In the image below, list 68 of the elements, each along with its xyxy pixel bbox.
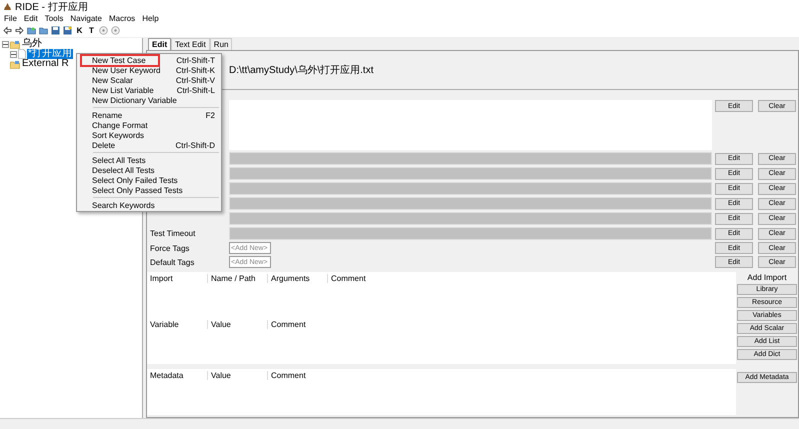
column-header: Comment — [267, 370, 327, 380]
setting-field[interactable] — [229, 182, 712, 195]
column-header: Comment — [267, 320, 327, 328]
column-header: Name / Path — [207, 274, 267, 282]
column-header: Comment — [327, 274, 387, 282]
menu-item[interactable]: File — [4, 14, 17, 23]
setting-field[interactable] — [229, 197, 712, 210]
shortcut: Ctrl-Shift-K — [176, 66, 215, 74]
collapse-toggle[interactable] — [10, 50, 17, 58]
shortcut: Ctrl-Shift-V — [176, 76, 215, 84]
setting-label: Default Tags — [150, 258, 194, 266]
app-icon — [3, 2, 12, 11]
column-header: Metadata — [149, 370, 184, 380]
menu-item[interactable]: Navigate — [70, 14, 102, 23]
setting-label: Force Tags — [150, 244, 190, 252]
toolbar-button[interactable]: T — [87, 26, 96, 35]
menu-item[interactable]: Help — [142, 14, 159, 23]
folder-icon[interactable] — [39, 26, 48, 35]
forward-arrow-icon[interactable] — [15, 26, 24, 35]
folder-icon — [10, 40, 20, 48]
column-header: Import — [149, 274, 174, 282]
circle-icon[interactable] — [111, 26, 120, 35]
tab[interactable]: Edit — [148, 38, 172, 50]
save-icon[interactable] — [51, 26, 60, 35]
folder-icon[interactable] — [27, 26, 36, 35]
menu-item[interactable]: Edit — [24, 14, 38, 23]
context-menu-item[interactable]: Rename — [92, 110, 122, 120]
context-menu-item[interactable]: Select All Tests — [92, 156, 146, 164]
save-all-icon[interactable] — [63, 26, 72, 35]
context-menu-item[interactable]: Select Only Failed Tests — [92, 176, 178, 184]
setting-field[interactable] — [229, 227, 712, 240]
column-header: Value — [207, 320, 267, 328]
back-arrow-icon[interactable] — [3, 26, 12, 35]
column-header: Arguments — [267, 274, 327, 282]
context-menu-item[interactable]: New Dictionary Variable — [92, 96, 177, 104]
collapse-toggle[interactable] — [2, 40, 9, 48]
setting-field[interactable] — [229, 152, 712, 165]
setting-field[interactable] — [229, 212, 712, 225]
context-menu-item[interactable]: Search Keywords — [92, 200, 155, 210]
context-menu-item[interactable]: Sort Keywords — [92, 130, 144, 140]
context-menu-item[interactable]: New Scalar — [92, 76, 133, 84]
context-menu-item[interactable]: New List Variable — [92, 86, 154, 94]
add-import-label: Add Import — [747, 273, 787, 282]
tab[interactable]: Run — [210, 38, 232, 50]
folder-icon — [10, 60, 20, 68]
menu-item[interactable]: Tools — [44, 14, 64, 23]
tree-item[interactable]: 乌外 — [21, 39, 43, 49]
tree-item[interactable]: External R — [21, 59, 70, 69]
circle-icon[interactable] — [99, 26, 108, 35]
column-header: Variable — [149, 320, 180, 328]
context-menu-item[interactable]: New Test Case — [82, 56, 158, 64]
tab[interactable]: Text Edit — [171, 38, 210, 50]
context-menu-item[interactable]: Change Format — [92, 120, 148, 130]
window-title: RIDE - 打开应用 — [15, 0, 88, 14]
context-menu-item[interactable]: Deselect All Tests — [92, 166, 155, 174]
context-menu-item[interactable]: Select Only Passed Tests — [92, 186, 183, 194]
setting-field[interactable] — [229, 167, 712, 180]
toolbar-button[interactable]: K — [75, 26, 84, 35]
shortcut: Ctrl-Shift-L — [176, 86, 215, 94]
shortcut: Ctrl-Shift-T — [176, 56, 215, 64]
shortcut: Ctrl-Shift-D — [175, 140, 215, 150]
context-menu-item[interactable]: New User Keyword — [92, 66, 160, 74]
source-path: D:\tt\amyStudy\乌外\打开应用.txt — [229, 64, 374, 77]
context-menu-item[interactable]: Delete — [92, 140, 116, 150]
shortcut: F2 — [206, 110, 215, 120]
column-header: Value — [207, 370, 267, 380]
setting-label: Test Timeout — [150, 229, 196, 238]
menu-item[interactable]: Macros — [108, 14, 136, 23]
